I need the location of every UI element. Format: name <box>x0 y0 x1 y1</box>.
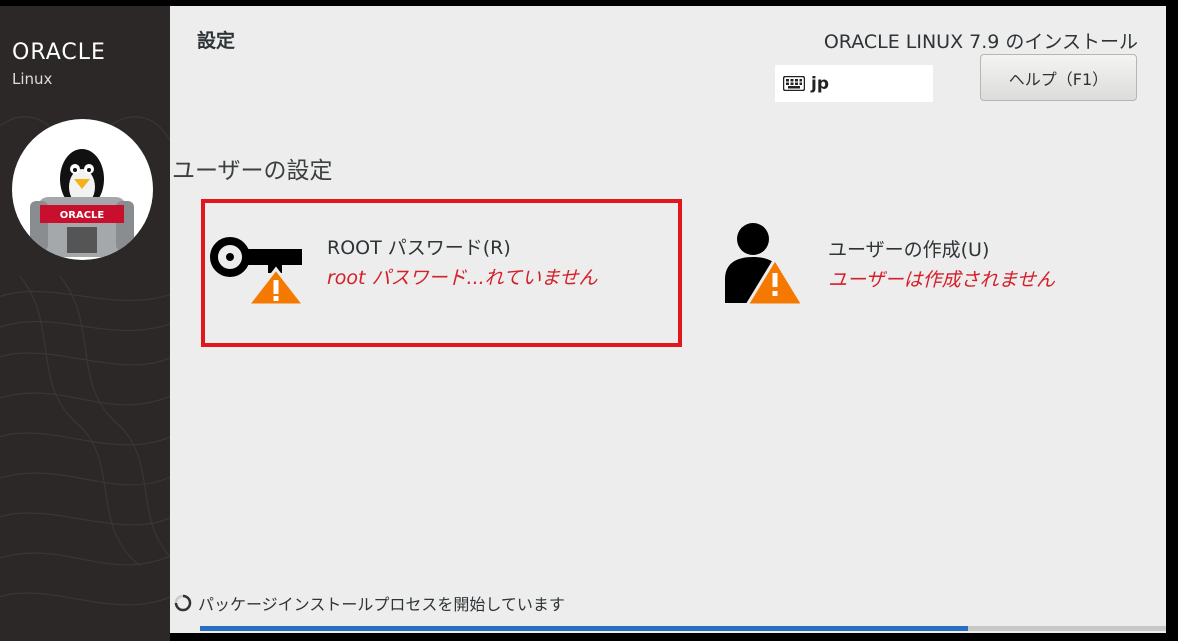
key-warning-icon <box>210 237 306 305</box>
sidebar-background-pattern <box>0 116 170 606</box>
root-password-spoke-title: ROOT パスワード(R) <box>327 237 511 259</box>
avatar-badge-text: ORACLE <box>60 210 105 221</box>
sidebar: ORACLE Linux ORACLE <box>0 6 170 641</box>
product-title: ORACLE LINUX 7.9 のインストール <box>823 31 1138 53</box>
user-creation-spoke[interactable]: ユーザーの作成(U) ユーザーは作成されません <box>725 221 1145 316</box>
tux-mascot-image: ORACLE <box>12 119 153 260</box>
install-progress-bar <box>200 626 1166 631</box>
page-title: 設定 <box>197 30 236 52</box>
spinner-icon <box>174 594 192 612</box>
install-status: パッケージインストールプロセスを開始しています <box>174 591 565 615</box>
user-creation-spoke-status: ユーザーは作成されません <box>828 269 1056 291</box>
install-progress-fill <box>200 626 968 631</box>
section-title: ユーザーの設定 <box>172 158 333 184</box>
user-creation-spoke-title: ユーザーの作成(U) <box>828 239 990 261</box>
install-status-text: パッケージインストールプロセスを開始しています <box>198 595 565 614</box>
root-password-spoke[interactable]: ROOT パスワード(R) root パスワード...れていません <box>201 199 682 347</box>
main-panel: 設定 ORACLE LINUX 7.9 のインストール jp ヘルプ（F1） ユ… <box>170 6 1166 633</box>
help-button[interactable]: ヘルプ（F1） <box>980 54 1137 101</box>
keyboard-layout-indicator[interactable]: jp <box>775 65 933 102</box>
oracle-logo: ORACLE <box>12 40 106 65</box>
user-warning-icon <box>725 223 805 307</box>
keyboard-icon <box>783 76 805 91</box>
product-subtitle: Linux <box>12 70 53 88</box>
root-password-spoke-status: root パスワード...れていません <box>327 267 598 289</box>
keyboard-layout-label: jp <box>811 73 829 94</box>
